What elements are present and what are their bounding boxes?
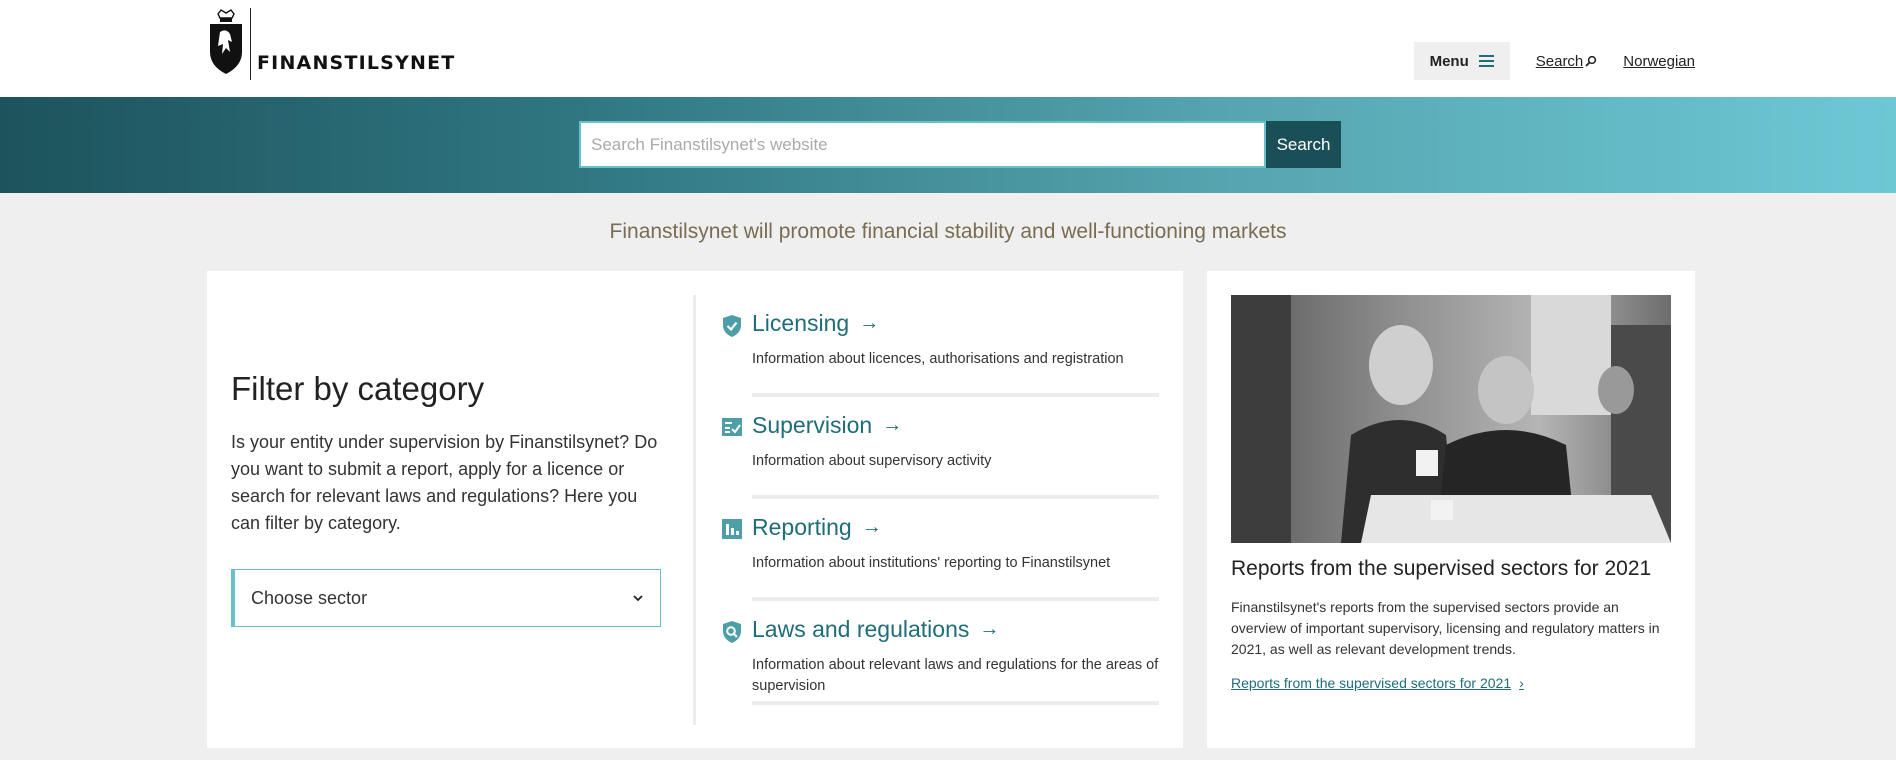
category-title: Reporting (752, 514, 852, 540)
tagline: Finanstilsynet will promote financial st… (609, 220, 1287, 243)
office-photo (1231, 295, 1671, 543)
category-separator (752, 701, 1159, 705)
feature-link[interactable]: Reports from the supervised sectors for … (1231, 675, 1524, 691)
logo-text: FINANSTILSYNET (257, 52, 456, 74)
search-icon (1585, 55, 1597, 67)
sector-select-label: Choose sector (251, 587, 368, 608)
shield-search-icon (723, 621, 741, 643)
category-link-licensing[interactable]: Licensing → (752, 310, 879, 337)
category-title: Laws and regulations (752, 616, 970, 642)
category-panel: Filter by category Is your entity under … (207, 271, 1183, 748)
menu-label: Menu (1429, 52, 1469, 70)
search-link-label: Search (1535, 52, 1584, 70)
logo-divider (250, 8, 251, 80)
arrow-right-icon: → (979, 618, 1000, 640)
category-description: Information about licences, authorisatio… (752, 351, 1124, 367)
sector-select[interactable]: Choose sector (231, 569, 661, 627)
hamburger-icon (1478, 52, 1494, 70)
search-link[interactable]: Search (1536, 53, 1598, 70)
arrow-right-icon: → (859, 312, 880, 334)
site-search: Search (579, 121, 1341, 168)
arrow-right-icon: → (882, 414, 903, 436)
category-description: Information about institutions' reportin… (752, 555, 1111, 571)
category-link-reporting[interactable]: Reporting → (752, 514, 882, 541)
search-button[interactable]: Search (1266, 121, 1341, 168)
search-input[interactable] (579, 121, 1266, 168)
chevron-down-icon (633, 595, 643, 602)
feature-title: Reports from the supervised sectors for … (1231, 557, 1652, 580)
column-divider (693, 295, 696, 725)
category-link-supervision[interactable]: Supervision → (752, 412, 902, 439)
feature-link-label: Reports from the supervised sectors for … (1231, 675, 1512, 691)
filter-title: Filter by category (231, 370, 485, 407)
category-description: Information about supervisory activity (752, 453, 992, 469)
coat-of-arms-icon (210, 9, 242, 74)
site-logo[interactable]: FINANSTILSYNET (208, 8, 455, 80)
category-list: Licensing → Information about licences, … (721, 295, 1159, 705)
arrow-right-icon: → (861, 516, 882, 538)
language-link[interactable]: Norwegian (1623, 53, 1695, 70)
category-item-supervision: Supervision → Information about supervis… (721, 397, 1159, 499)
filter-description: Is your entity under supervision by Fina… (231, 432, 658, 533)
category-item-licensing: Licensing → Information about licences, … (721, 295, 1159, 397)
site-header: FINANSTILSYNET Menu Search Norwegian (0, 0, 1896, 97)
shield-check-icon (723, 315, 741, 337)
category-item-reporting: Reporting → Information about institutio… (721, 499, 1159, 601)
category-title: Licensing (752, 310, 850, 336)
checklist-icon (722, 418, 742, 436)
category-description: Information about relevant laws and regu… (752, 657, 1159, 694)
category-title: Supervision (752, 412, 873, 438)
chevron-right-icon: › (1519, 675, 1524, 691)
top-nav: Menu Search Norwegian (1413, 42, 1695, 80)
bar-chart-icon (722, 519, 742, 539)
search-banner: Search (0, 97, 1896, 193)
menu-button[interactable]: Menu (1413, 42, 1510, 80)
feature-description: Finanstilsynet's reports from the superv… (1231, 599, 1660, 657)
category-item-laws-and-regulations: Laws and regulations → Information about… (721, 601, 1159, 705)
feature-panel: Reports from the supervised sectors for … (1207, 271, 1695, 748)
category-link-laws-and-regulations[interactable]: Laws and regulations → (752, 616, 999, 643)
